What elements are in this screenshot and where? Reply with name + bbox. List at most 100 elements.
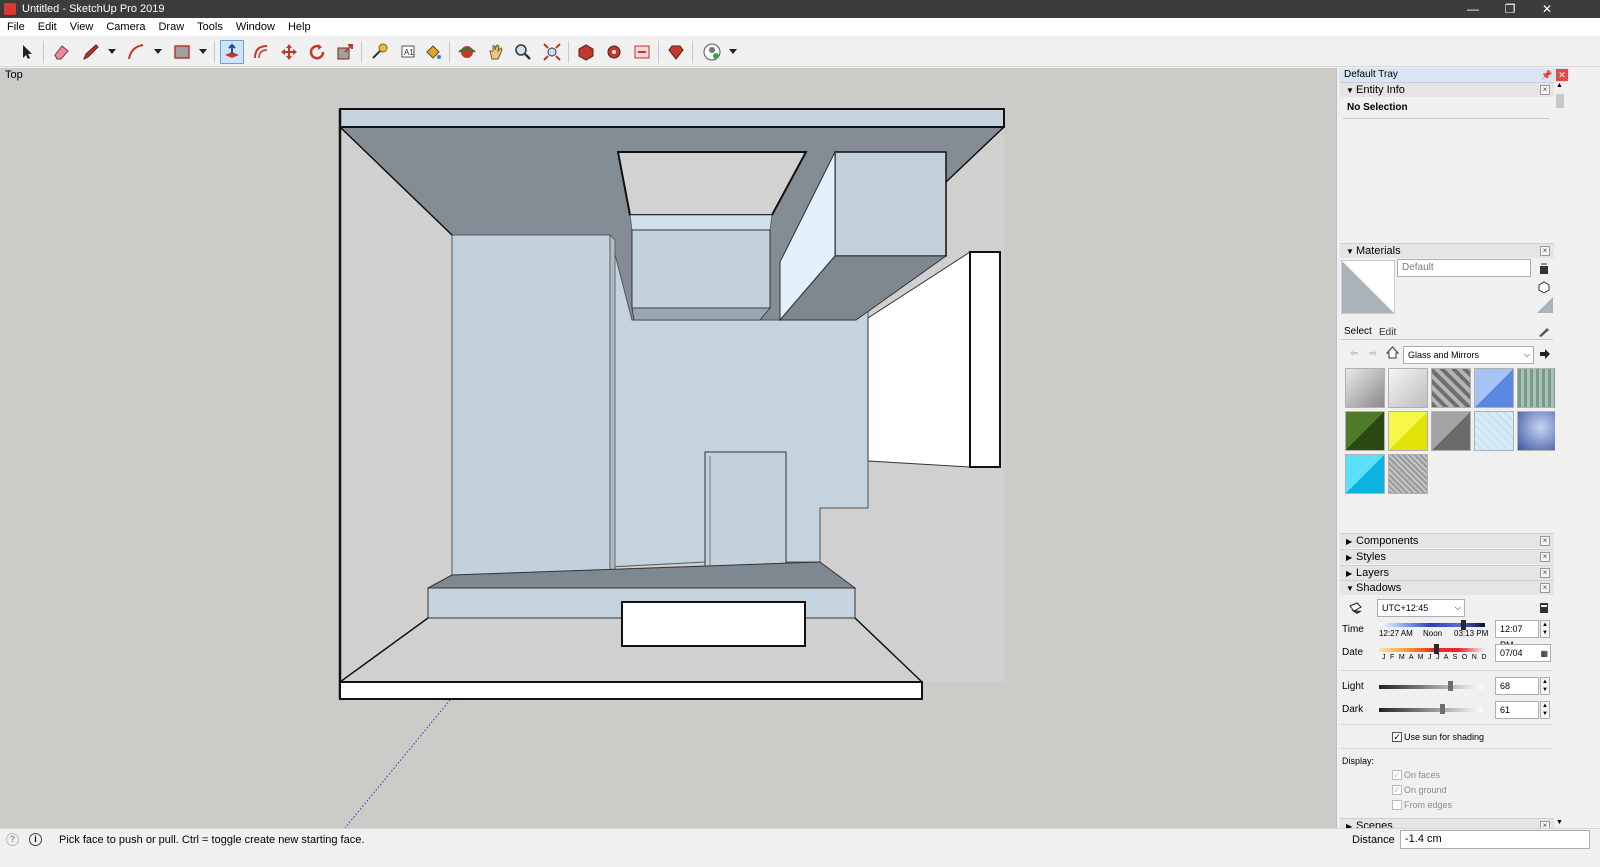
date-slider[interactable] [1379, 648, 1485, 652]
light-slider[interactable] [1379, 685, 1483, 689]
paint-with-default-icon[interactable] [1537, 280, 1551, 294]
material-swatch[interactable] [1388, 411, 1428, 451]
model-viewport[interactable]: Top [0, 68, 1336, 828]
shadow-details-icon[interactable] [1537, 601, 1551, 615]
close-panel-icon[interactable]: × [1540, 821, 1550, 828]
materials-header[interactable]: ▼ Materials × [1340, 243, 1554, 258]
tab-select[interactable]: Select [1344, 326, 1372, 337]
tape-measure-icon[interactable] [367, 40, 391, 64]
zoom-icon[interactable] [511, 40, 535, 64]
material-swatch[interactable] [1431, 411, 1471, 451]
scroll-down-icon[interactable]: ▼ [1556, 819, 1563, 826]
close-panel-icon[interactable]: × [1540, 246, 1550, 256]
light-field[interactable]: 68 [1495, 677, 1539, 695]
extension-warehouse-icon[interactable] [602, 40, 626, 64]
home-icon[interactable] [1385, 345, 1399, 359]
pan-icon[interactable] [484, 40, 508, 64]
model-drawing[interactable] [0, 68, 1336, 828]
scale-icon[interactable] [333, 40, 357, 64]
info-icon[interactable]: i [29, 833, 42, 846]
close-tray-button[interactable]: ✕ [1556, 69, 1568, 81]
material-swatch[interactable] [1388, 454, 1428, 494]
line-pencil-icon[interactable] [79, 40, 103, 64]
material-library-select[interactable]: Glass and Mirrors ⌵ [1403, 346, 1534, 364]
close-window-button[interactable]: ✕ [1529, 0, 1565, 18]
light-slider-thumb[interactable] [1447, 681, 1453, 691]
light-spinner[interactable]: ▲ ▼ [1540, 677, 1550, 695]
default-material-swatch-icon[interactable] [1537, 297, 1553, 313]
measurements-box[interactable]: -1.4 cm [1400, 830, 1590, 849]
chevron-down-icon[interactable] [198, 44, 208, 60]
menu-camera[interactable]: Camera [99, 21, 151, 33]
dark-spinner[interactable]: ▲ ▼ [1540, 701, 1550, 719]
dark-slider-thumb[interactable] [1440, 704, 1446, 714]
material-swatch[interactable] [1474, 411, 1514, 451]
eraser-icon[interactable] [49, 40, 73, 64]
scroll-up-icon[interactable]: ▲ [1556, 82, 1563, 89]
menu-window[interactable]: Window [229, 21, 281, 33]
material-swatch[interactable] [1474, 368, 1514, 408]
date-field[interactable]: 07/04 ▦ [1495, 644, 1551, 662]
material-swatch[interactable] [1388, 368, 1428, 408]
material-swatch[interactable] [1345, 411, 1385, 451]
material-swatch[interactable] [1345, 454, 1385, 494]
rectangle-icon[interactable] [170, 40, 194, 64]
material-swatch[interactable] [1345, 368, 1385, 408]
forward-arrow-icon[interactable]: ⇨ [1366, 346, 1380, 360]
pin-icon[interactable]: 📌 [1541, 69, 1553, 81]
close-panel-icon[interactable]: × [1540, 583, 1550, 593]
orbit-icon[interactable] [455, 40, 479, 64]
time-slider[interactable] [1379, 623, 1485, 627]
chevron-down-icon[interactable] [153, 44, 163, 60]
close-panel-icon[interactable]: × [1540, 85, 1550, 95]
menu-tools[interactable]: Tools [190, 21, 229, 33]
time-field[interactable]: 12:07 PM [1495, 620, 1539, 650]
tray-scrollbar[interactable]: ▲ ▼ [1555, 82, 1565, 828]
restore-button[interactable]: ❐ [1492, 0, 1528, 18]
components-header[interactable]: ▶ Components × [1340, 533, 1554, 548]
tab-edit[interactable]: Edit [1379, 327, 1396, 338]
minimize-button[interactable]: — [1455, 0, 1491, 18]
material-swatch[interactable] [1517, 411, 1557, 451]
scenes-header[interactable]: ▶ Scenes × [1340, 818, 1554, 828]
entity-info-header[interactable]: ▼ Entity Info × [1340, 82, 1554, 97]
create-material-icon[interactable] [1537, 262, 1551, 276]
on-faces-checkbox[interactable]: ✓ [1392, 770, 1402, 780]
geo-location-icon[interactable]: ? [6, 833, 19, 846]
select-arrow-icon[interactable] [15, 40, 39, 64]
chevron-down-icon[interactable] [107, 44, 117, 60]
time-spinner[interactable]: ▲ ▼ [1540, 620, 1550, 638]
styles-header[interactable]: ▶ Styles × [1340, 549, 1554, 564]
menu-edit[interactable]: Edit [31, 21, 63, 33]
material-swatch[interactable] [1517, 368, 1557, 408]
from-edges-checkbox[interactable] [1392, 800, 1402, 810]
use-sun-checkbox[interactable]: ✓ [1392, 732, 1402, 742]
close-panel-icon[interactable]: × [1540, 552, 1550, 562]
menu-help[interactable]: Help [281, 21, 317, 33]
menu-file[interactable]: File [0, 21, 31, 33]
menu-view[interactable]: View [63, 21, 100, 33]
extension-manager-icon[interactable] [664, 40, 688, 64]
timezone-select[interactable]: UTC+12:45 ⌵ [1377, 599, 1465, 617]
rotate-icon[interactable] [305, 40, 329, 64]
layers-header[interactable]: ▶ Layers × [1340, 565, 1554, 580]
arc-icon[interactable] [124, 40, 148, 64]
close-panel-icon[interactable]: × [1540, 568, 1550, 578]
dark-slider[interactable] [1379, 708, 1483, 712]
on-ground-checkbox[interactable]: ✓ [1392, 785, 1402, 795]
push-pull-icon[interactable] [220, 40, 244, 64]
layout-send-icon[interactable] [630, 40, 654, 64]
scrollbar-thumb[interactable] [1556, 94, 1564, 108]
dark-field[interactable]: 61 [1495, 701, 1539, 719]
material-swatch[interactable] [1431, 368, 1471, 408]
details-arrow-icon[interactable] [1538, 347, 1552, 361]
close-panel-icon[interactable]: × [1540, 536, 1550, 546]
material-name-field[interactable]: Default [1397, 259, 1531, 277]
shadows-header[interactable]: ▼ Shadows × [1340, 580, 1554, 595]
chevron-down-icon[interactable] [728, 44, 738, 60]
back-arrow-icon[interactable]: ⇦ [1347, 346, 1361, 360]
account-icon[interactable] [700, 40, 724, 64]
date-slider-thumb[interactable] [1434, 644, 1439, 654]
menu-draw[interactable]: Draw [151, 21, 190, 33]
text-icon[interactable]: A1 [395, 40, 419, 64]
